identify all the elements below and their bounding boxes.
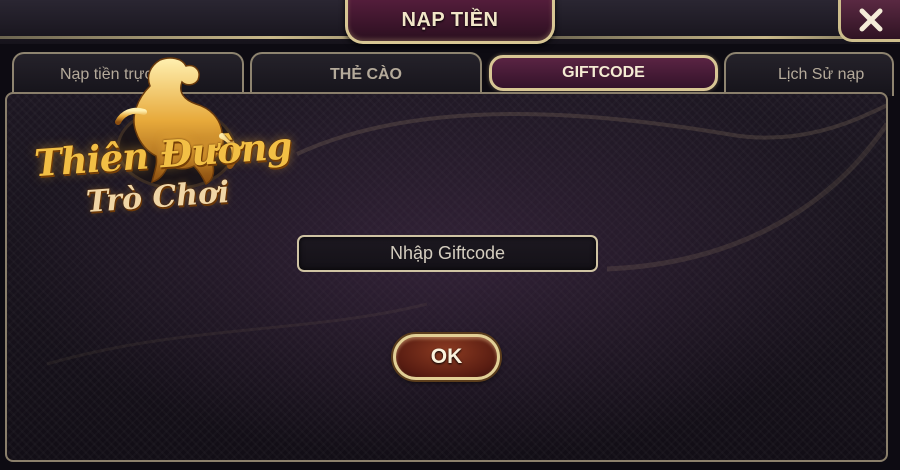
tab-label: GIFTCODE (562, 64, 645, 81)
giftcode-input[interactable] (297, 235, 598, 272)
ok-button[interactable]: OK (393, 334, 500, 380)
tab-label: Lịch Sử nạp (778, 66, 865, 83)
tab-lich-su-nap[interactable]: Lịch Sử nạp (724, 52, 894, 96)
dialog-title: NẠP TIỀN (401, 9, 499, 31)
title-plaque: NẠP TIỀN (345, 0, 555, 44)
tab-giftcode[interactable]: GIFTCODE (489, 55, 718, 91)
close-button[interactable] (838, 0, 900, 42)
giftcode-dialog: NẠP TIỀN Nạp tiền trực tuyến THẺ CÀO GIF… (0, 0, 900, 470)
tab-label: THẺ CÀO (330, 66, 402, 83)
logo: Thiên Đường Trò Chơi (26, 52, 296, 228)
close-icon (859, 8, 882, 31)
